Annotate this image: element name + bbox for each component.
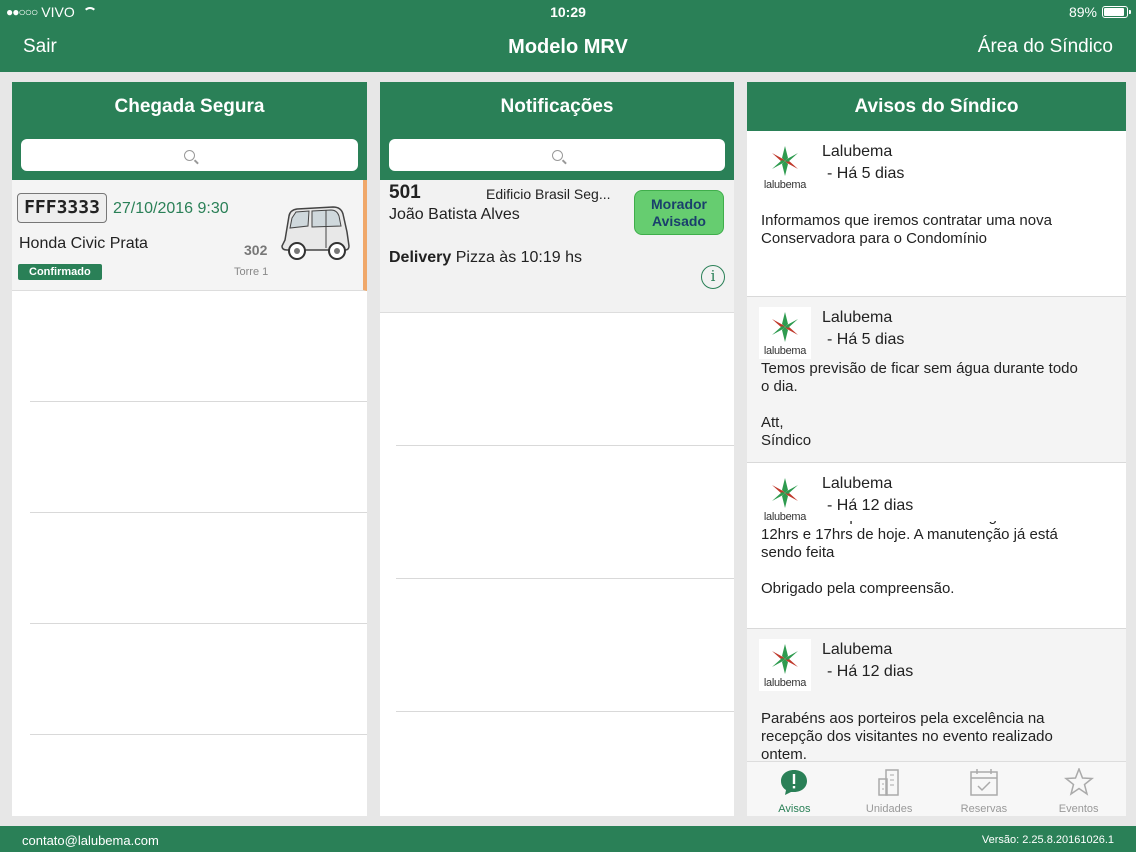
tab-bar: Avisos Unidades Reservas Eventos	[747, 761, 1126, 816]
info-icon[interactable]: i	[701, 265, 725, 289]
row-separator	[30, 401, 367, 402]
calendar-check-icon	[970, 769, 998, 796]
row-separator	[30, 734, 367, 735]
notification-message: Delivery Pizza às 10:19 hs	[389, 249, 582, 267]
aviso-text: Parabéns aos porteiros pela excelência n…	[761, 710, 1053, 761]
arrival-datetime: 27/10/2016 9:30	[113, 200, 229, 217]
row-separator	[396, 578, 734, 579]
row-separator	[30, 512, 367, 513]
building-name: Edificio Brasil Seg...	[486, 186, 611, 202]
tab-eventos[interactable]: Eventos	[1031, 762, 1126, 816]
logo-text: lalubema	[763, 345, 807, 357]
avisos-panel: Avisos do Síndico lalubema Lalubema - Há…	[747, 82, 1126, 816]
aviso-time-ago: - Há 12 dias	[827, 663, 914, 680]
aviso-time-ago: - Há 5 dias	[827, 165, 905, 182]
aviso-text: Informamos que iremos contratar uma nova…	[761, 212, 1052, 247]
footer: contato@lalubema.com Versão: 2.25.8.2016…	[0, 826, 1136, 852]
page-title: Modelo MRV	[508, 36, 628, 58]
aviso-text: Informamos que estaremos sem água entre …	[761, 508, 1072, 597]
notificacoes-title: Notificações	[380, 82, 734, 131]
status-time: 10:29	[550, 4, 586, 20]
resident-name: João Batista Alves	[389, 206, 520, 223]
avisos-title: Avisos do Síndico	[747, 82, 1126, 131]
tower-name: Torre 1	[234, 266, 269, 278]
battery-icon	[1102, 6, 1131, 18]
notification-label: Delivery	[389, 249, 452, 266]
unit-number: 302	[244, 242, 268, 258]
search-icon	[184, 149, 195, 161]
notificacoes-panel: Notificações 501 Edificio Brasil Seg... …	[380, 82, 734, 816]
building-icon	[878, 769, 899, 796]
alert-bubble-icon	[781, 770, 808, 795]
aviso-author: Lalubema	[822, 475, 893, 492]
sindico-area-button[interactable]: Área do Síndico	[978, 36, 1113, 58]
logo-text: lalubema	[763, 179, 807, 191]
notificacoes-search-bar	[380, 131, 734, 180]
chegada-segura-panel: Chegada Segura FFF3333 27/10/2016 9:30 H…	[12, 82, 367, 816]
tab-unidades[interactable]: Unidades	[842, 762, 937, 816]
lalubema-logo: lalubema	[759, 141, 811, 193]
search-icon	[551, 149, 563, 161]
chegada-search-bar	[12, 131, 367, 180]
battery-percent: 89%	[1068, 4, 1097, 20]
logo-text: lalubema	[763, 511, 807, 523]
row-separator	[30, 623, 367, 624]
app-version: Versão: 2.25.8.20161026.1	[981, 834, 1114, 846]
tab-label: Reservas	[960, 803, 1008, 815]
apartment-number: 501	[389, 182, 421, 203]
arrival-row[interactable]: FFF3333 27/10/2016 9:30 Honda Civic Prat…	[12, 180, 367, 291]
row-separator	[396, 711, 734, 712]
aviso-time-ago: - Há 12 dias	[827, 497, 914, 514]
chegada-search-input[interactable]	[21, 139, 358, 171]
tab-label: Eventos	[1058, 803, 1099, 815]
tab-label: Avisos	[778, 803, 811, 815]
avisos-list: lalubema Lalubema - Há 5 dias Informamos…	[747, 131, 1126, 761]
contact-email[interactable]: contato@lalubema.com	[22, 833, 159, 848]
logo-text: lalubema	[763, 677, 807, 689]
row-separator	[396, 445, 734, 446]
chegada-segura-title: Chegada Segura	[12, 82, 367, 131]
notification-row[interactable]: 501 Edificio Brasil Seg... João Batista …	[380, 180, 734, 313]
lalubema-logo: lalubema	[759, 639, 811, 691]
aviso-item[interactable]: lalubema Lalubema - Há 12 dias Parabéns …	[747, 629, 1126, 761]
tab-label: Unidades	[865, 803, 913, 815]
aviso-author: Lalubema	[822, 641, 893, 658]
morador-avisado-button[interactable]: Morador Avisado	[634, 190, 724, 235]
aviso-author: Lalubema	[822, 143, 893, 160]
car-description: Honda Civic Prata	[19, 235, 148, 252]
notificacoes-search-input[interactable]	[389, 139, 725, 171]
aviso-item[interactable]: Temos previsão de ficar sem água durante…	[747, 297, 1126, 463]
top-bar: ●●○○○ VIVO 10:29 89% Sair Modelo MRV Áre…	[0, 0, 1136, 72]
aviso-text: Temos previsão de ficar sem água durante…	[761, 360, 1078, 449]
star-icon	[1063, 766, 1094, 796]
status-badge: Confirmado	[18, 264, 102, 280]
tab-avisos[interactable]: Avisos	[747, 762, 842, 816]
navigation-bar: Sair Modelo MRV Área do Síndico	[0, 24, 1136, 70]
aviso-author: Lalubema	[822, 309, 893, 326]
tab-reservas[interactable]: Reservas	[937, 762, 1032, 816]
battery: 89%	[1068, 4, 1131, 20]
car-icon	[281, 206, 350, 260]
lalubema-logo: lalubema	[759, 473, 811, 525]
lalubema-logo: lalubema	[759, 307, 811, 359]
aviso-item[interactable]: Informamos que estaremos sem água entre …	[747, 463, 1126, 629]
aviso-time-ago: - Há 5 dias	[827, 331, 905, 348]
notification-text: Pizza às 10:19 hs	[455, 249, 583, 266]
aviso-item[interactable]: lalubema Lalubema - Há 5 dias Informamos…	[747, 131, 1126, 297]
status-bar: ●●○○○ VIVO 10:29 89%	[0, 0, 1136, 24]
license-plate: FFF3333	[17, 193, 107, 223]
